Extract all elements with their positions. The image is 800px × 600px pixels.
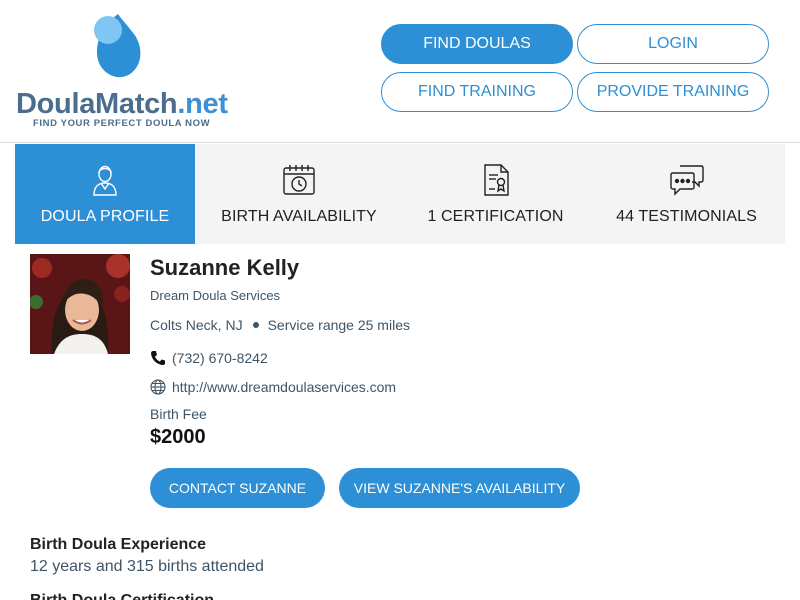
find-doulas-button[interactable]: FIND DOULAS [381, 24, 573, 64]
login-button[interactable]: LOGIN [577, 24, 769, 64]
tab-label: 1 CERTIFICATION [427, 208, 564, 225]
agency-name: Dream Doula Services [150, 288, 281, 303]
experience-title: Birth Doula Experience [30, 536, 207, 553]
globe-icon [150, 379, 166, 395]
view-availability-button[interactable]: VIEW SUZANNE'S AVAILABILITY [339, 468, 580, 508]
logo-tagline: FIND YOUR PERFECT DOULA NOW [33, 118, 211, 129]
site-header: DoulaMatch.net FIND YOUR PERFECT DOULA N… [0, 0, 800, 143]
website-row[interactable]: http://www.dreamdoulaservices.com [150, 379, 396, 395]
provide-training-button[interactable]: PROVIDE TRAINING [577, 72, 769, 112]
phone-row[interactable]: (732) 670-8242 [150, 350, 268, 366]
tab-label: DOULA PROFILE [40, 208, 170, 225]
tab-doula-profile[interactable]: DOULA PROFILE [15, 144, 195, 244]
experience-text: 12 years and 315 births attended [30, 558, 264, 575]
calendar-clock-icon [281, 162, 317, 198]
fee-label: Birth Fee [150, 406, 207, 422]
chat-bubbles-icon [669, 162, 705, 198]
certificate-icon [478, 162, 514, 198]
find-training-button[interactable]: FIND TRAINING [381, 72, 573, 112]
location-row: Colts Neck, NJ Service range 25 miles [150, 317, 410, 333]
tab-testimonials[interactable]: 44 TESTIMONIALS [588, 144, 785, 244]
phone-number[interactable]: (732) 670-8242 [172, 350, 268, 366]
logo-wordmark: DoulaMatch.net [16, 88, 228, 120]
site-logo[interactable]: DoulaMatch.net FIND YOUR PERFECT DOULA N… [16, 12, 228, 132]
website-link[interactable]: http://www.dreamdoulaservices.com [172, 379, 396, 395]
fee-value: $2000 [150, 426, 206, 448]
service-range-text: Service range 25 miles [267, 317, 410, 333]
doula-icon [87, 162, 123, 198]
tab-label: BIRTH AVAILABILITY [221, 208, 377, 225]
phone-icon [150, 350, 166, 366]
profile-tabs: DOULA PROFILE BIRTH AVAILABILITY 1 CERTI… [15, 144, 785, 244]
location-text: Colts Neck, NJ [150, 317, 243, 333]
doula-photo [30, 254, 130, 354]
contact-button[interactable]: CONTACT SUZANNE [150, 468, 325, 508]
tab-label: 44 TESTIMONIALS [616, 208, 757, 225]
tab-birth-availability[interactable]: BIRTH AVAILABILITY [195, 144, 403, 244]
doula-name: Suzanne Kelly [150, 255, 300, 280]
logo-drop-icon [94, 14, 141, 78]
separator-dot [252, 322, 259, 328]
certification-title: Birth Doula Certification [30, 592, 214, 600]
tab-certification[interactable]: 1 CERTIFICATION [403, 144, 588, 244]
